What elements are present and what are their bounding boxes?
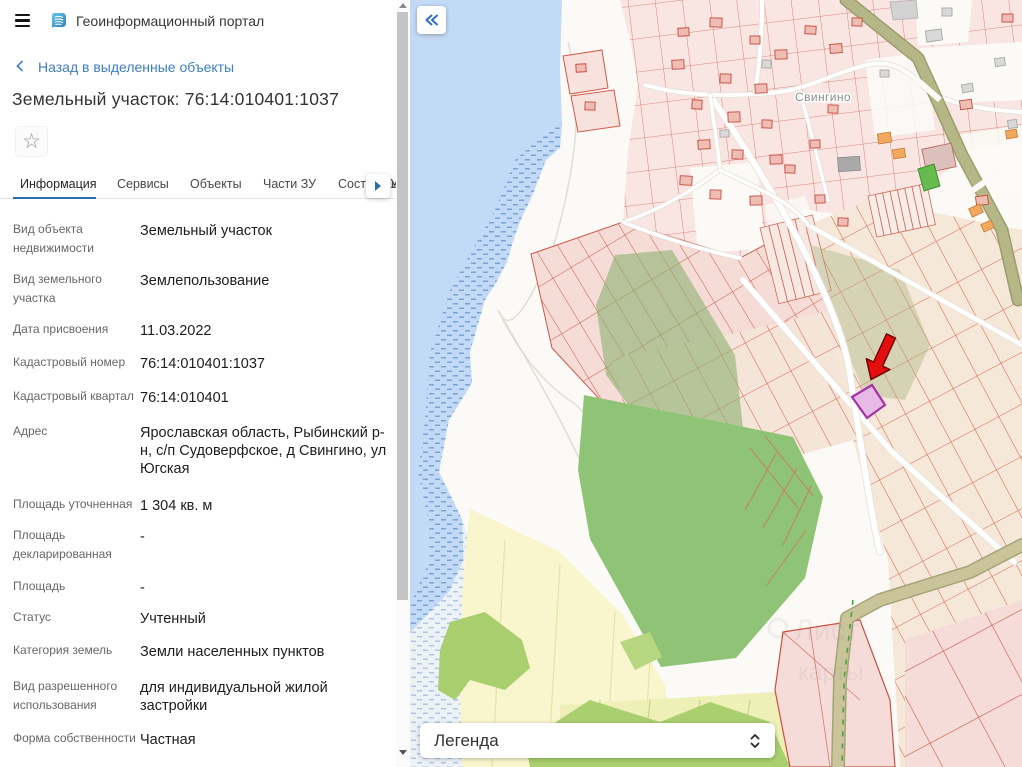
svg-text:Свингино: Свингино: [795, 90, 851, 104]
svg-text:карты: карты: [798, 659, 863, 686]
svg-text:Лист: Лист: [794, 614, 859, 647]
